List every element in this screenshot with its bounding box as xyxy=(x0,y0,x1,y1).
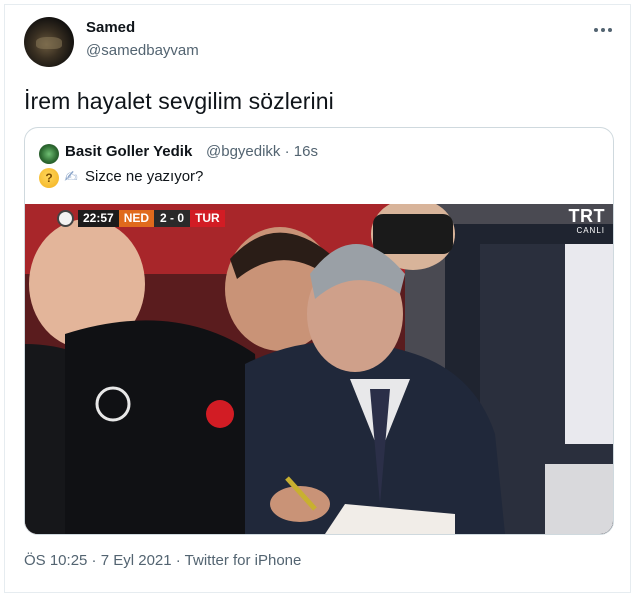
quoted-emojis: ? ✍ xyxy=(39,168,81,188)
football-icon xyxy=(57,210,74,227)
quoted-author-avatar[interactable] xyxy=(39,144,59,164)
more-horizontal-icon[interactable] xyxy=(590,18,616,42)
author-handle[interactable]: @samedbayvam xyxy=(86,42,199,59)
avatar-image xyxy=(36,37,62,49)
scorebug: 22:57 NED 2 - 0 TUR xyxy=(57,210,225,227)
quoted-tweet[interactable]: Basit Goller Yedik @bgyedikk · 16s ? ✍ S… xyxy=(24,127,614,535)
author-avatar[interactable] xyxy=(24,17,74,67)
author-display-name[interactable]: Samed xyxy=(86,19,135,36)
scorebug-time: 22:57 xyxy=(78,210,119,227)
broadcaster-logo: TRT xyxy=(568,206,605,226)
scorebug-away-team: TUR xyxy=(190,210,225,227)
quoted-media-image[interactable]: 22:57 NED 2 - 0 TUR TRT CANLI xyxy=(25,204,613,534)
broadcaster-live-label: CANLI xyxy=(576,226,605,235)
thinking-face-icon: ? xyxy=(39,168,59,188)
media-scene xyxy=(25,204,613,534)
scorebug-score: 2 - 0 xyxy=(154,210,191,227)
writing-hand-icon: ✍ xyxy=(64,169,78,186)
scorebug-home-team: NED xyxy=(118,210,155,227)
tweet-timestamp-source[interactable]: ÖS 10:25 · 7 Eyl 2021 · Twitter for iPho… xyxy=(24,552,301,569)
tweet-text: İrem hayalet sevgilim sözlerini xyxy=(24,88,334,114)
quoted-author-handle-time[interactable]: @bgyedikk · 16s xyxy=(206,143,318,160)
broadcaster-watermark: TRT CANLI xyxy=(569,206,606,235)
quoted-author-display-name[interactable]: Basit Goller Yedik xyxy=(65,143,192,160)
quoted-tweet-text: Sizce ne yazıyor? xyxy=(85,168,204,185)
